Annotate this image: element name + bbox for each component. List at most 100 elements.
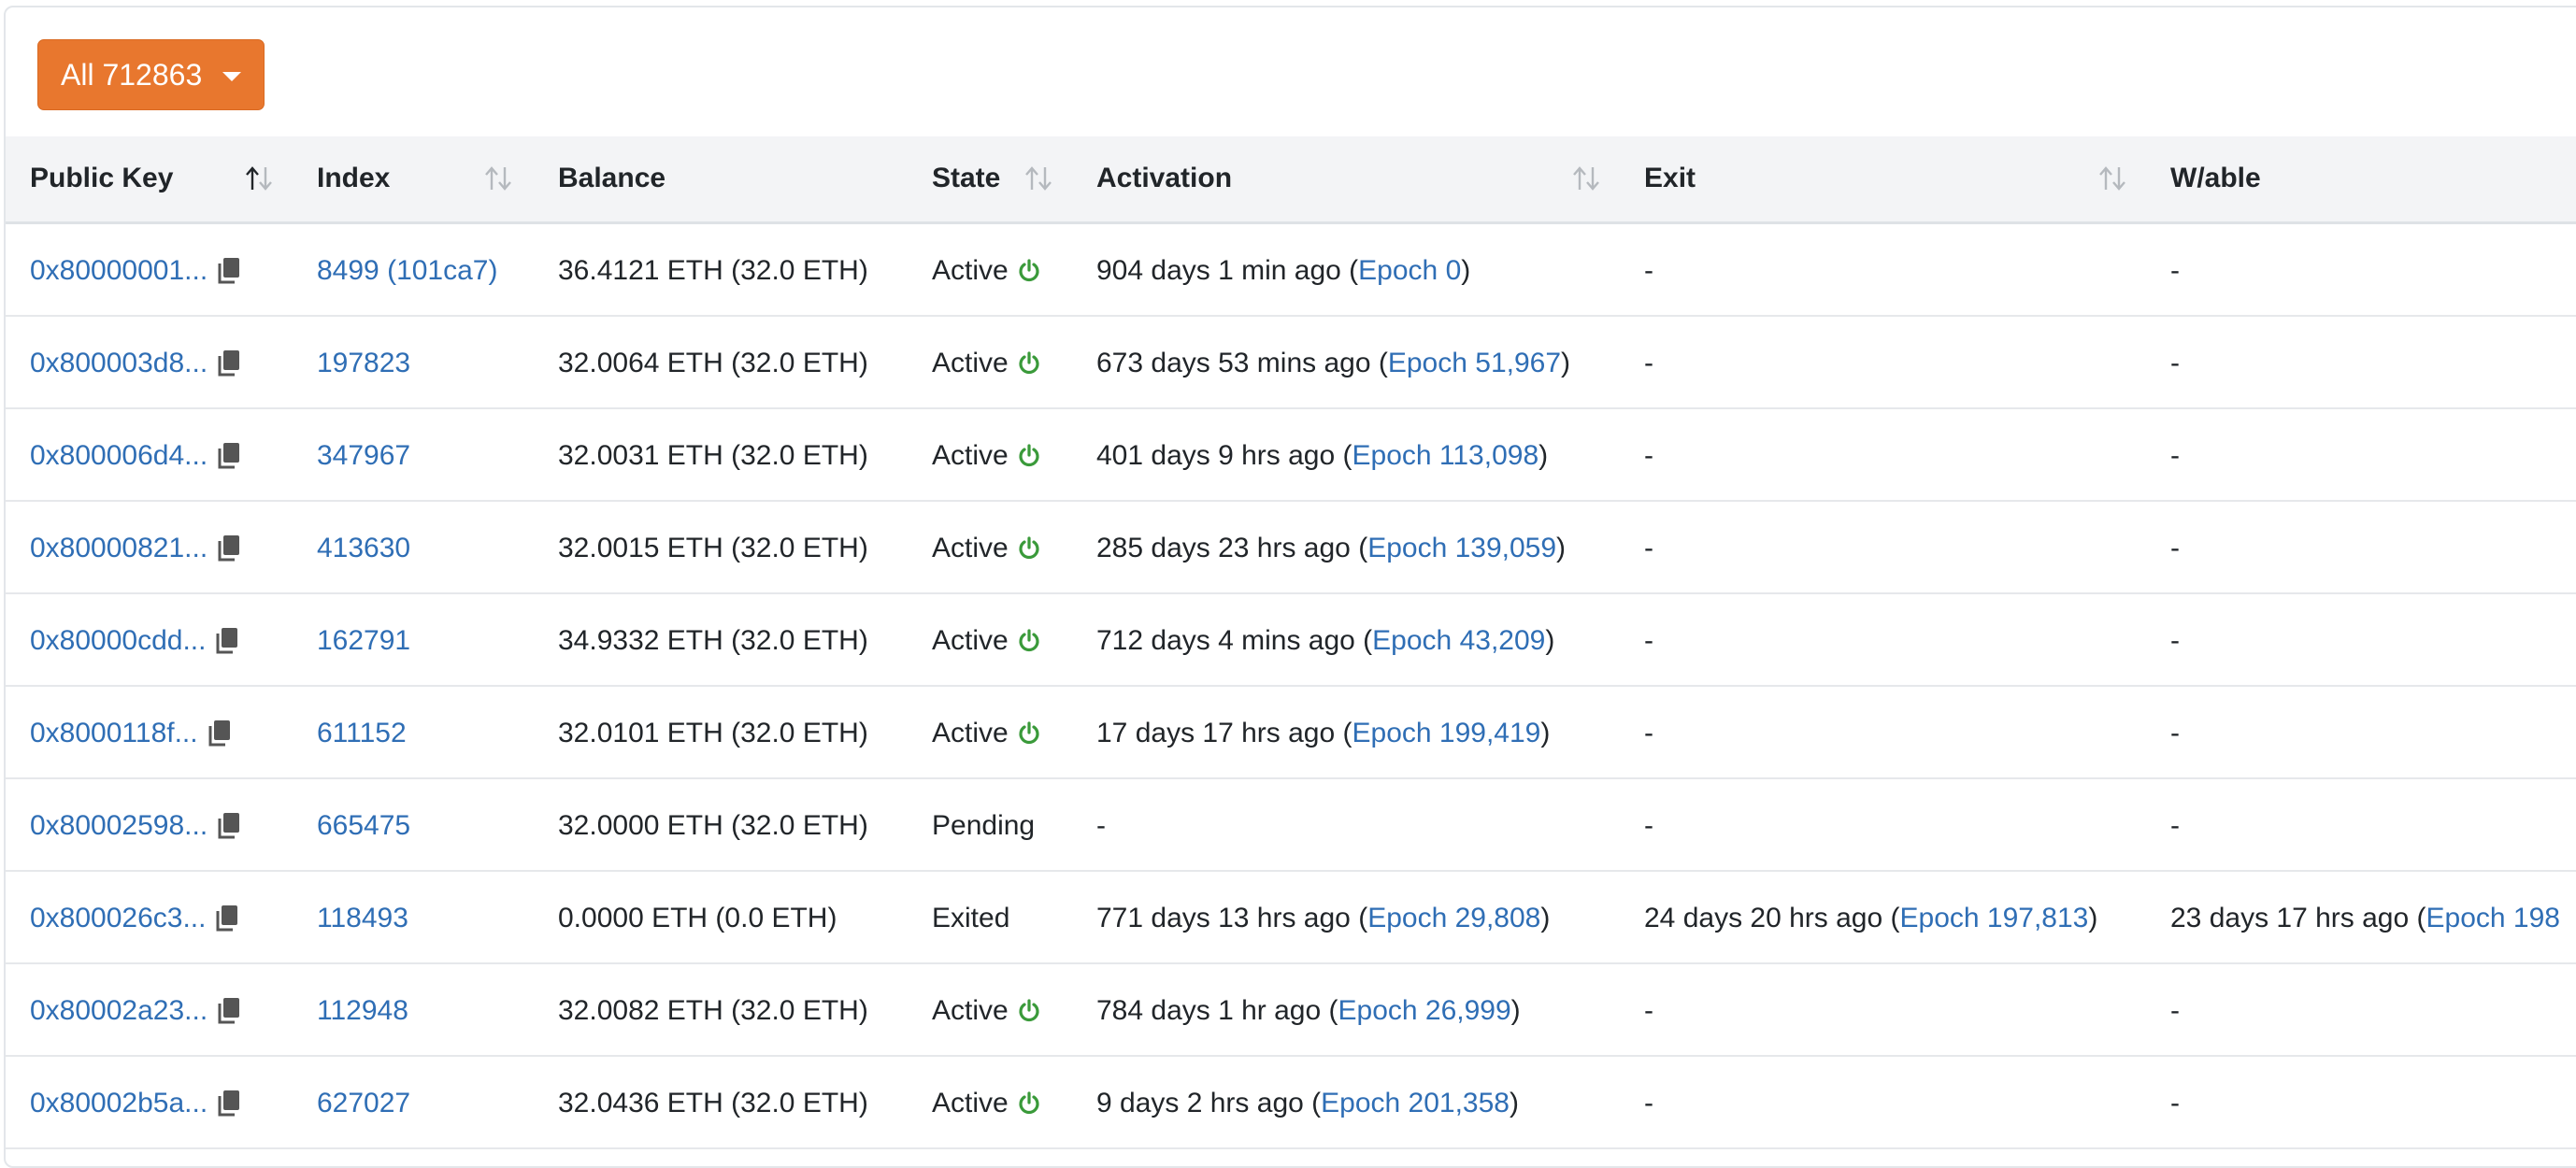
- activation-text: 712 days 4 mins ago (: [1096, 624, 1373, 656]
- activation-epoch-link[interactable]: Epoch 29,808: [1367, 903, 1540, 934]
- index-link[interactable]: 162791: [317, 625, 410, 657]
- column-header-activation[interactable]: Activation: [1096, 136, 1232, 221]
- exit-text: 24 days 20 hrs ago (: [1644, 902, 1900, 933]
- index-link[interactable]: 627027: [317, 1088, 410, 1119]
- public-key-link[interactable]: 0x80002598...: [30, 810, 208, 842]
- index-link[interactable]: 197823: [317, 348, 410, 379]
- public-key-cell: 0x80002a23...: [30, 964, 241, 1057]
- exit-text: -: [1644, 532, 1653, 563]
- balance-value: 0.0000 ETH (0.0 ETH): [558, 902, 837, 933]
- activation-close-paren: ): [1510, 994, 1521, 1026]
- withdrawable-text: -: [2170, 532, 2180, 563]
- activation-epoch-link[interactable]: Epoch 199,419: [1352, 718, 1541, 749]
- column-label: W/able: [2170, 163, 2261, 193]
- balance-value: 32.0436 ETH (32.0 ETH): [558, 1087, 868, 1118]
- sort-icon[interactable]: [1021, 164, 1056, 192]
- table-row: 0x80002a23... 112948 32.0082 ETH (32.0 ETH…: [6, 964, 2576, 1057]
- exit-cell: -: [1644, 224, 1653, 317]
- column-label: Balance: [558, 163, 666, 193]
- activation-epoch-link[interactable]: Epoch 0: [1358, 255, 1461, 287]
- index-link[interactable]: 347967: [317, 440, 410, 472]
- exit-cell: -: [1644, 502, 1653, 594]
- public-key-link[interactable]: 0x80000cdd...: [30, 625, 206, 657]
- state-label: Active: [932, 717, 1009, 748]
- column-header-public-key[interactable]: Public Key: [30, 136, 173, 221]
- withdrawable-cell: -: [2170, 1057, 2180, 1149]
- withdrawable-text: -: [2170, 254, 2180, 286]
- exit-cell: -: [1644, 317, 1653, 409]
- withdrawable-epoch-link[interactable]: Epoch 198: [2426, 903, 2560, 934]
- activation-cell: -: [1096, 779, 1106, 872]
- public-key-link[interactable]: 0x80002a23...: [30, 995, 208, 1027]
- table-header: Public Key Index Balance State Activatio…: [6, 136, 2576, 224]
- index-link[interactable]: 112948: [317, 995, 408, 1027]
- exit-cell: 24 days 20 hrs ago (Epoch 197,813): [1644, 872, 2097, 964]
- index-link[interactable]: 118493: [317, 903, 408, 934]
- column-header-withdrawable[interactable]: W/able: [2170, 136, 2261, 221]
- exit-cell: -: [1644, 594, 1653, 687]
- index-link[interactable]: 611152: [317, 718, 407, 749]
- public-key-link[interactable]: 0x800003d8...: [30, 348, 208, 379]
- public-key-link[interactable]: 0x80002b5a...: [30, 1088, 208, 1119]
- copy-icon[interactable]: [217, 812, 241, 840]
- activation-epoch-link[interactable]: Epoch 113,098: [1352, 440, 1539, 472]
- state-label: Active: [932, 1087, 1009, 1118]
- copy-icon[interactable]: [208, 719, 232, 748]
- activation-text: 17 days 17 hrs ago (: [1096, 717, 1352, 748]
- index-cell: 413630: [317, 502, 410, 594]
- index-cell: 347967: [317, 409, 410, 502]
- column-header-state[interactable]: State: [932, 136, 1000, 221]
- index-link[interactable]: 665475: [317, 810, 410, 842]
- index-link[interactable]: 8499 (101ca7): [317, 255, 497, 287]
- public-key-link[interactable]: 0x800026c3...: [30, 903, 206, 934]
- index-cell: 611152: [317, 687, 407, 779]
- activation-epoch-link[interactable]: Epoch 43,209: [1372, 625, 1545, 657]
- withdrawable-cell: -: [2170, 502, 2180, 594]
- copy-icon[interactable]: [217, 257, 241, 285]
- balance-cell: 32.0015 ETH (32.0 ETH): [558, 502, 868, 594]
- public-key-link[interactable]: 0x800006d4...: [30, 440, 208, 472]
- index-cell: 665475: [317, 779, 410, 872]
- activation-text: 9 days 2 hrs ago (: [1096, 1087, 1322, 1118]
- copy-icon[interactable]: [217, 534, 241, 563]
- activation-epoch-link[interactable]: Epoch 139,059: [1367, 533, 1556, 564]
- withdrawable-text: -: [2170, 809, 2180, 841]
- public-key-link[interactable]: 0x80000001...: [30, 255, 208, 287]
- index-link[interactable]: 413630: [317, 533, 410, 564]
- column-header-exit[interactable]: Exit: [1644, 136, 1696, 221]
- public-key-link[interactable]: 0x8000118f...: [30, 718, 198, 749]
- copy-icon[interactable]: [217, 997, 241, 1025]
- filter-dropdown-button[interactable]: All 712863: [37, 39, 265, 110]
- activation-cell: 771 days 13 hrs ago (Epoch 29,808): [1096, 872, 1550, 964]
- copy-icon[interactable]: [217, 442, 241, 470]
- caret-down-icon: [222, 71, 242, 81]
- column-header-index[interactable]: Index: [317, 136, 390, 221]
- column-label: State: [932, 163, 1001, 193]
- public-key-link[interactable]: 0x80000821...: [30, 533, 208, 564]
- sort-asc-icon[interactable]: [241, 164, 277, 192]
- copy-icon[interactable]: [215, 904, 239, 933]
- copy-icon[interactable]: [217, 1090, 241, 1118]
- exit-epoch-link[interactable]: Epoch 197,813: [1900, 903, 2089, 934]
- exit-text: -: [1644, 994, 1653, 1026]
- balance-value: 36.4121 ETH (32.0 ETH): [558, 254, 868, 286]
- power-icon: [1018, 1090, 1040, 1116]
- sort-icon[interactable]: [480, 164, 516, 192]
- activation-epoch-link[interactable]: Epoch 201,358: [1321, 1088, 1510, 1119]
- activation-epoch-link[interactable]: Epoch 26,999: [1338, 995, 1511, 1027]
- withdrawable-text: -: [2170, 624, 2180, 656]
- activation-epoch-link[interactable]: Epoch 51,967: [1388, 348, 1561, 379]
- state-cell: Active: [932, 964, 1040, 1057]
- public-key-cell: 0x8000118f...: [30, 687, 232, 779]
- copy-icon[interactable]: [217, 349, 241, 377]
- public-key-cell: 0x80002b5a...: [30, 1057, 241, 1149]
- sort-icon[interactable]: [1568, 164, 1604, 192]
- copy-icon[interactable]: [215, 627, 239, 655]
- withdrawable-text: -: [2170, 717, 2180, 748]
- exit-cell: -: [1644, 1057, 1653, 1149]
- activation-cell: 784 days 1 hr ago (Epoch 26,999): [1096, 964, 1521, 1057]
- state-label: Active: [932, 624, 1009, 656]
- state-cell: Active: [932, 317, 1040, 409]
- sort-icon[interactable]: [2095, 164, 2130, 192]
- balance-value: 32.0101 ETH (32.0 ETH): [558, 717, 868, 748]
